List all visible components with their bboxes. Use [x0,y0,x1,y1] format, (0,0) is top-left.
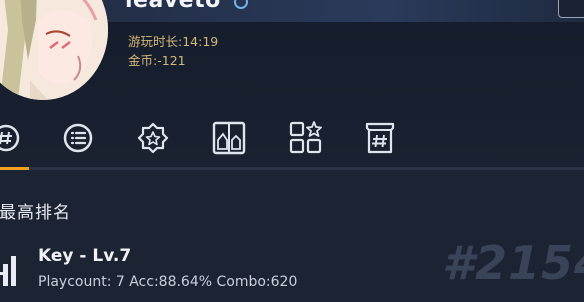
playtime-value: 14:19 [182,34,219,49]
profile-nav [0,118,584,158]
award-icon[interactable] [133,118,173,158]
top-play-rank: #2154 [442,236,584,290]
menu-button[interactable] [558,0,584,18]
grid-star-icon[interactable] [286,118,326,158]
profile-stats: 游玩时长:14:19 金币:-121 [128,32,218,70]
cards-icon[interactable] [209,118,249,158]
badge-hash-icon[interactable] [0,118,26,158]
playtime-row: 游玩时长:14:19 [128,34,219,49]
coins-label: 金币 [128,53,154,68]
top-play-title[interactable]: Key - Lv.7 [38,246,131,266]
coins-row: 金币:-121 [128,53,186,68]
progress-track [0,167,584,170]
username: leaveto [125,0,221,13]
list-icon[interactable] [58,118,98,158]
progress-bar [0,167,30,170]
top-play-stats: Playcount: 7 Acc:88.64% Combo:620 [38,274,298,290]
section-title: 最高排名 [0,203,71,223]
playtime-label: 游玩时长 [128,34,179,49]
ticket-hash-icon[interactable] [360,118,400,158]
coins-value: -121 [157,53,186,68]
rank-icon [0,252,20,286]
